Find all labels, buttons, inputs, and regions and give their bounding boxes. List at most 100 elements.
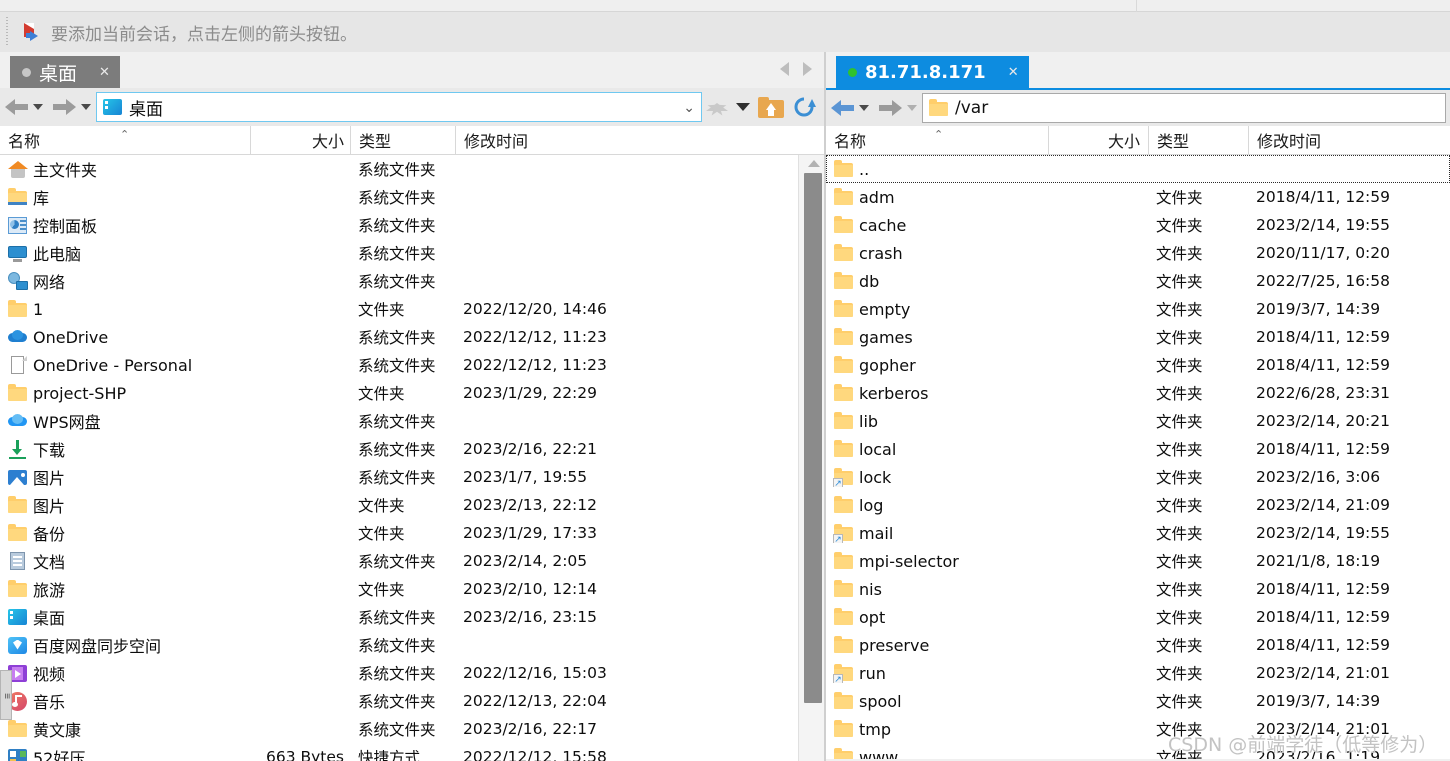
file-name-cell[interactable]: 图片: [0, 465, 250, 489]
file-name-cell[interactable]: ..: [826, 159, 1048, 179]
column-header-name[interactable]: 名称 ⌃: [826, 126, 1048, 155]
table-row[interactable]: 桌面 系统文件夹 2023/2/16, 23:15: [0, 603, 826, 631]
file-name-cell[interactable]: db: [826, 271, 1048, 291]
table-row[interactable]: 视频 系统文件夹 2022/12/16, 15:03: [0, 659, 826, 687]
column-header-type[interactable]: 类型: [1148, 125, 1248, 155]
table-row[interactable]: 音乐 系统文件夹 2022/12/13, 22:04: [0, 687, 826, 715]
back-button[interactable]: [826, 100, 874, 116]
table-row[interactable]: 52好压 663 Bytes 快捷方式 2022/12/12, 15:58: [0, 743, 826, 761]
refresh-icon[interactable]: [792, 95, 816, 119]
back-button[interactable]: [0, 99, 48, 115]
file-name-cell[interactable]: ↗ run: [826, 663, 1048, 683]
file-name-cell[interactable]: 下载: [0, 437, 250, 461]
file-name-cell[interactable]: 文档: [0, 549, 250, 573]
table-row[interactable]: ↗ lock 文件夹 2023/2/16, 3:06: [826, 463, 1450, 491]
file-name-cell[interactable]: project-SHP: [0, 383, 250, 403]
table-row[interactable]: WPS网盘 系统文件夹: [0, 407, 826, 435]
table-row[interactable]: OneDrive 系统文件夹 2022/12/12, 11:23: [0, 323, 826, 351]
scroll-up-icon[interactable]: [808, 160, 820, 167]
table-row[interactable]: 文档 系统文件夹 2023/2/14, 2:05: [0, 547, 826, 575]
tab-remote-host[interactable]: 81.71.8.171 ✕: [836, 56, 1029, 88]
table-row[interactable]: 图片 系统文件夹 2023/1/7, 19:55: [0, 463, 826, 491]
right-file-list[interactable]: .. adm 文件夹 2018/4/11, 12:59 cache 文件夹 2023/2/1…: [826, 155, 1450, 759]
table-row[interactable]: 主文件夹 系统文件夹: [0, 155, 826, 183]
star-icon[interactable]: [706, 103, 728, 111]
file-name-cell[interactable]: 网络: [0, 269, 250, 293]
file-name-cell[interactable]: local: [826, 439, 1048, 459]
file-name-cell[interactable]: games: [826, 327, 1048, 347]
file-name-cell[interactable]: 库: [0, 185, 250, 209]
scrollbar-thumb[interactable]: [804, 173, 822, 703]
table-row[interactable]: opt 文件夹 2018/4/11, 12:59: [826, 603, 1450, 631]
column-header-size[interactable]: 大小: [1048, 125, 1148, 155]
tab-close-icon[interactable]: ✕: [99, 64, 110, 80]
forward-button[interactable]: [48, 99, 96, 115]
file-name-cell[interactable]: 此电脑: [0, 241, 250, 265]
file-name-cell[interactable]: nis: [826, 579, 1048, 599]
table-row[interactable]: 百度网盘同步空间 系统文件夹: [0, 631, 826, 659]
notification-grip[interactable]: [3, 17, 13, 47]
file-name-cell[interactable]: adm: [826, 187, 1048, 207]
column-header-type[interactable]: 类型: [350, 125, 455, 155]
file-name-cell[interactable]: 黄文康: [0, 717, 250, 741]
table-row[interactable]: 旅游 文件夹 2023/2/10, 12:14: [0, 575, 826, 603]
table-row[interactable]: 库 系统文件夹: [0, 183, 826, 211]
column-header-date[interactable]: 修改时间: [1248, 125, 1413, 155]
file-name-cell[interactable]: opt: [826, 607, 1048, 627]
table-row[interactable]: 下载 系统文件夹 2023/2/16, 22:21: [0, 435, 826, 463]
file-name-cell[interactable]: www: [826, 747, 1048, 759]
file-name-cell[interactable]: 桌面: [0, 605, 250, 629]
table-row[interactable]: 1 文件夹 2022/12/20, 14:46: [0, 295, 826, 323]
panel-splitter-handle[interactable]: ≡: [0, 670, 12, 720]
file-name-cell[interactable]: 主文件夹: [0, 157, 250, 181]
file-name-cell[interactable]: 音乐: [0, 689, 250, 713]
table-row[interactable]: preserve 文件夹 2018/4/11, 12:59: [826, 631, 1450, 659]
file-name-cell[interactable]: OneDrive: [0, 328, 250, 347]
table-row[interactable]: games 文件夹 2018/4/11, 12:59: [826, 323, 1450, 351]
file-name-cell[interactable]: 视频: [0, 661, 250, 685]
file-name-cell[interactable]: gopher: [826, 355, 1048, 375]
file-name-cell[interactable]: tmp: [826, 719, 1048, 739]
file-name-cell[interactable]: 52好压: [0, 745, 250, 761]
table-row[interactable]: adm 文件夹 2018/4/11, 12:59: [826, 183, 1450, 211]
table-row[interactable]: spool 文件夹 2019/3/7, 14:39: [826, 687, 1450, 715]
file-name-cell[interactable]: spool: [826, 691, 1048, 711]
file-name-cell[interactable]: 百度网盘同步空间: [0, 633, 250, 657]
up-folder-icon[interactable]: [758, 96, 784, 118]
table-row[interactable]: local 文件夹 2018/4/11, 12:59: [826, 435, 1450, 463]
column-header-name[interactable]: 名称 ⌃: [0, 126, 250, 155]
chevron-down-icon[interactable]: ⌄: [683, 99, 695, 116]
column-header-size[interactable]: 大小: [250, 125, 350, 155]
file-name-cell[interactable]: empty: [826, 299, 1048, 319]
table-row[interactable]: log 文件夹 2023/2/14, 21:09: [826, 491, 1450, 519]
file-name-cell[interactable]: ↗ mail: [826, 523, 1048, 543]
right-address-input[interactable]: /var: [922, 93, 1446, 123]
table-row[interactable]: crash 文件夹 2020/11/17, 0:20: [826, 239, 1450, 267]
file-name-cell[interactable]: 1: [0, 299, 250, 319]
table-row[interactable]: project-SHP 文件夹 2023/1/29, 22:29: [0, 379, 826, 407]
table-row[interactable]: ↗ mail 文件夹 2023/2/14, 19:55: [826, 519, 1450, 547]
file-name-cell[interactable]: OneDrive - Personal: [0, 355, 250, 375]
table-row[interactable]: lib 文件夹 2023/2/14, 20:21: [826, 407, 1450, 435]
column-header-date[interactable]: 修改时间: [455, 125, 685, 155]
file-name-cell[interactable]: 旅游: [0, 577, 250, 601]
table-row[interactable]: ↗ run 文件夹 2023/2/14, 21:01: [826, 659, 1450, 687]
file-name-cell[interactable]: crash: [826, 243, 1048, 263]
file-name-cell[interactable]: 备份: [0, 521, 250, 545]
file-name-cell[interactable]: lib: [826, 411, 1048, 431]
table-row[interactable]: 此电脑 系统文件夹: [0, 239, 826, 267]
file-name-cell[interactable]: WPS网盘: [0, 409, 250, 433]
tab-scroll-right-icon[interactable]: [803, 62, 812, 76]
table-row[interactable]: kerberos 文件夹 2022/6/28, 23:31: [826, 379, 1450, 407]
left-vertical-scrollbar[interactable]: [798, 155, 826, 761]
left-file-list[interactable]: 主文件夹 系统文件夹库系统文件夹 控制面板 系统文件夹 此电脑 系统文件夹 网络 系统文件夹 1…: [0, 155, 826, 761]
table-row[interactable]: gopher 文件夹 2018/4/11, 12:59: [826, 351, 1450, 379]
table-row[interactable]: 黄文康 系统文件夹 2023/2/16, 22:17: [0, 715, 826, 743]
file-name-cell[interactable]: log: [826, 495, 1048, 515]
tab-desktop[interactable]: 桌面 ✕: [10, 56, 120, 88]
table-row[interactable]: cache 文件夹 2023/2/14, 19:55: [826, 211, 1450, 239]
table-row[interactable]: 图片 文件夹 2023/2/13, 22:12: [0, 491, 826, 519]
left-address-input[interactable]: 桌面 ⌄: [96, 92, 702, 122]
file-name-cell[interactable]: 图片: [0, 493, 250, 517]
table-row[interactable]: 备份 文件夹 2023/1/29, 17:33: [0, 519, 826, 547]
